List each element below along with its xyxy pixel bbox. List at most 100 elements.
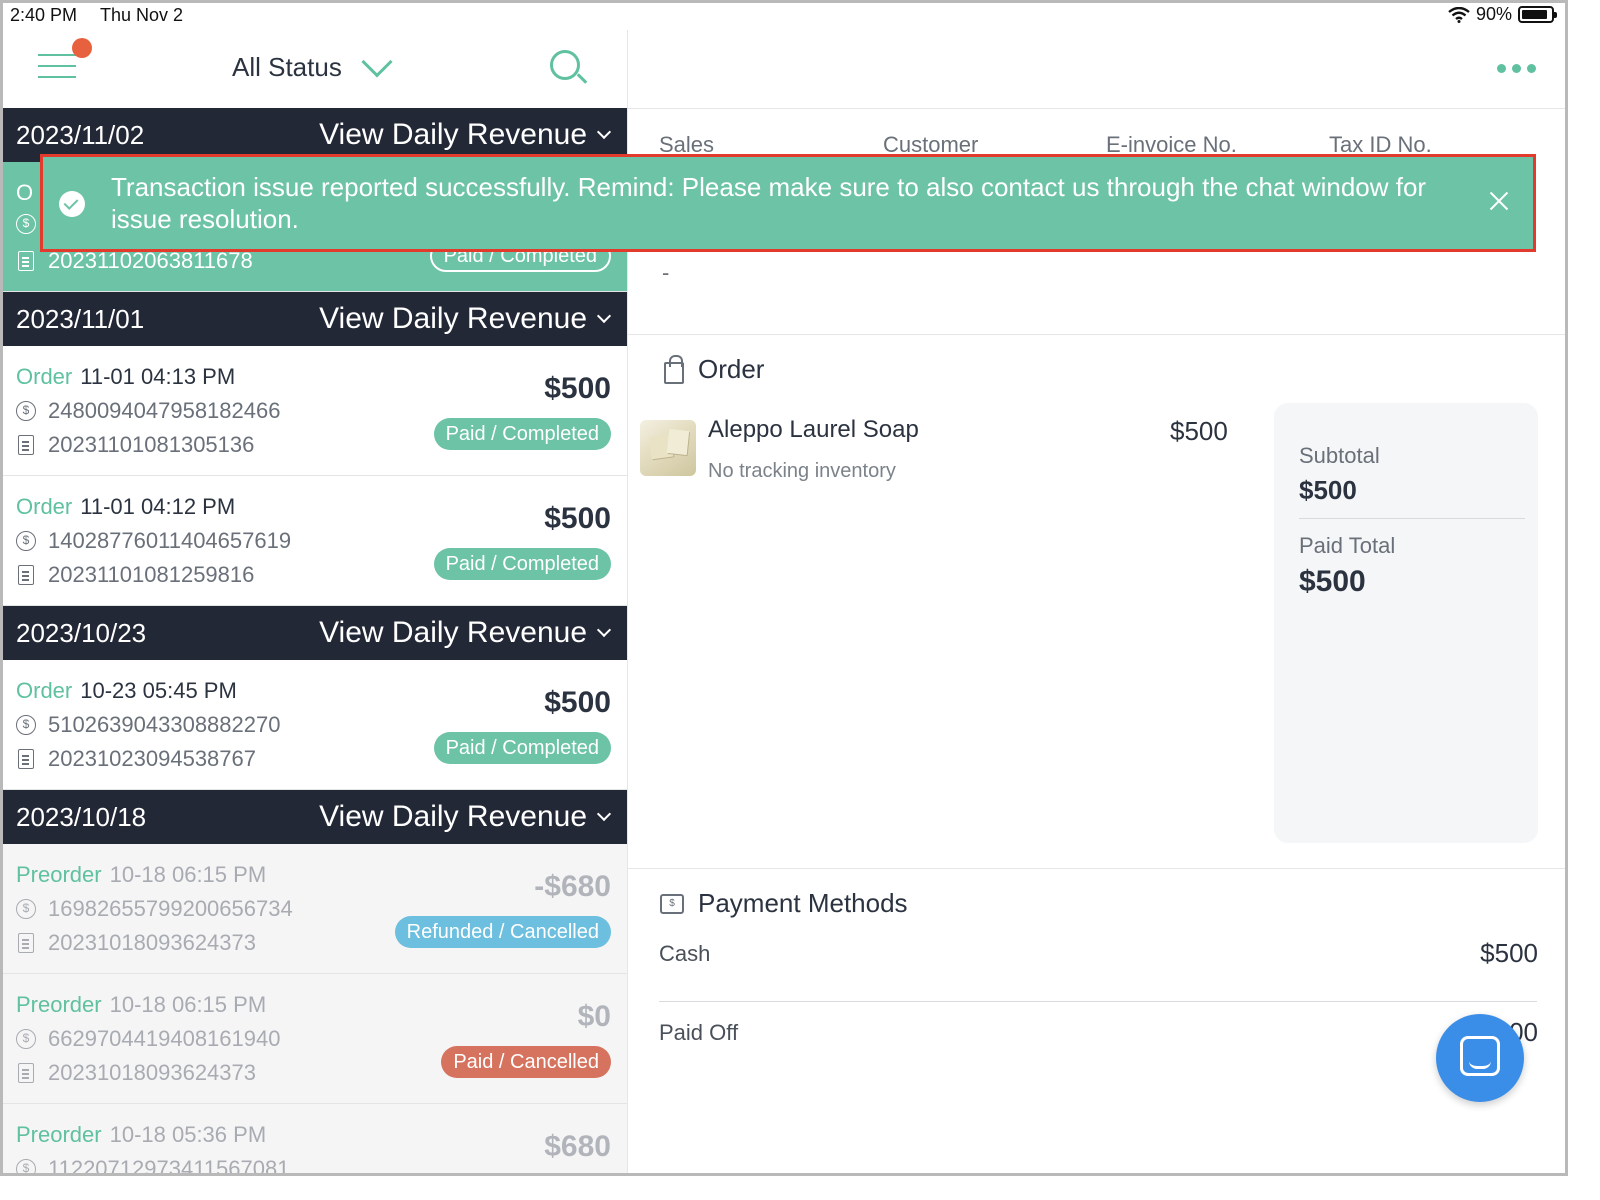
receipt-icon [18,435,34,455]
coin-icon: $ [16,715,36,735]
divider [628,868,1568,869]
status-badge: Refunded / Cancelled [394,916,611,948]
order-list-item[interactable]: Order 11-01 04:13 PM $2480094047958182466… [0,346,627,476]
receipt-number: 20231101081259816 [48,562,255,587]
payment-id: 6629704419408161940 [48,1026,281,1051]
status-indicators: 90% [1448,4,1557,25]
view-daily-revenue-button[interactable]: View Daily Revenue [319,616,612,650]
status-time: 2:40 PM [10,5,78,25]
chevron-down-icon [596,806,612,822]
order-time: 11-01 04:13 PM [80,364,236,389]
order-list-item[interactable]: Preorder 10-18 06:15 PM $6629704419408161… [0,974,627,1104]
status-filter-label: All Status [232,52,342,82]
more-options-icon[interactable] [1497,64,1536,73]
product-name: Aleppo Laurel Soap [708,416,919,443]
paid-total-label: Paid Total [1299,533,1396,558]
search-icon[interactable] [550,50,588,84]
list-toolbar: All Status [0,30,627,108]
order-section-label: Order [698,354,765,384]
receipt-icon [18,749,34,769]
coin-icon: $ [16,1029,36,1049]
coin-icon: $ [16,531,36,551]
chevron-down-icon [596,622,612,638]
date-header: 2023/10/23 View Daily Revenue [0,606,627,660]
view-daily-revenue-label: View Daily Revenue [319,800,587,833]
battery-percent: 90% [1475,4,1512,24]
close-icon[interactable] [1487,189,1511,213]
view-daily-revenue-button[interactable]: View Daily Revenue [319,302,612,336]
view-daily-revenue-label: View Daily Revenue [319,118,587,151]
chat-button[interactable] [1436,1014,1524,1102]
receipt-number: 20231018093624373 [48,930,257,955]
receipt-icon [18,1063,34,1083]
receipt-number: 20231023094538767 [48,746,257,771]
order-summary-card: Subtotal $500 Paid Total $500 [1274,403,1538,843]
order-amount: $500 [544,502,611,535]
payment-id: 11220712973411567081 [48,1156,290,1176]
order-list-item[interactable]: Order 11-01 04:12 PM $1402877601140465761… [0,476,627,606]
divider [628,334,1568,335]
payment-method-value: $500 [1480,938,1538,968]
divider [659,1001,1537,1002]
status-badge: Paid / Cancelled [441,1046,611,1078]
payment-id: 2480094047958182466 [48,398,281,423]
payment-methods-title: $ Payment Methods [660,888,908,919]
divider [628,108,1568,109]
order-amount: $500 [544,686,611,719]
payment-methods-label: Payment Methods [698,888,908,918]
chevron-down-icon [596,124,612,140]
order-list-item[interactable]: Order 10-23 05:45 PM $5102639043308882270… [0,660,627,790]
receipt-number: 20231101081305136 [48,432,255,457]
status-badge: Paid / Completed [433,732,611,764]
order-amount: $680 [544,1130,611,1163]
coin-icon: $ [16,899,36,919]
shopping-bag-icon [664,354,684,384]
wallet-icon: $ [660,893,684,914]
order-list-item[interactable]: Preorder 10-18 06:15 PM $1698265579920065… [0,844,627,974]
payment-id: 16982655799200656734 [48,896,293,921]
date-label: 2023/10/23 [16,617,147,648]
order-amount: -$680 [534,870,611,903]
receipt-icon [18,251,34,271]
order-kind: Order [16,678,73,703]
order-time: 11-01 04:12 PM [80,494,236,519]
chevron-down-icon [361,45,393,78]
subtotal-value: $500 [1299,475,1357,505]
order-time: 10-23 05:45 PM [80,678,237,703]
coin-icon: $ [16,214,36,234]
date-header: 2023/10/18 View Daily Revenue [0,790,627,844]
subtotal-label: Subtotal [1299,443,1380,468]
view-daily-revenue-button[interactable]: View Daily Revenue [319,118,612,152]
coin-icon: $ [16,401,36,421]
date-label: 2023/10/18 [16,801,147,832]
product-inventory-note: No tracking inventory [708,460,896,482]
order-kind: O [16,180,34,205]
payment-method-label: Cash [659,941,711,966]
battery-icon [1518,6,1557,23]
order-time: 10-18 06:15 PM [109,862,267,887]
status-date: Thu Nov 2 [100,5,184,25]
view-daily-revenue-button[interactable]: View Daily Revenue [319,800,612,834]
payment-id: 14028776011404657619 [48,528,292,553]
status-filter-dropdown[interactable]: All Status [232,45,393,83]
status-bar: 2:40 PM Thu Nov 2 90% [0,0,1568,30]
order-amount: $500 [544,372,611,405]
chat-icon [1460,1036,1500,1076]
view-daily-revenue-label: View Daily Revenue [319,302,587,335]
sales-value: - [662,260,670,285]
order-section-title: Order [664,354,764,385]
product-thumbnail [640,420,696,476]
product-price: $500 [1170,416,1228,446]
order-amount: $0 [577,1000,611,1033]
success-toast: Transaction issue reported successfully.… [40,154,1536,252]
order-list-item[interactable]: Preorder 10-18 05:36 PM $1122071297341156… [0,1104,627,1176]
menu-icon[interactable] [38,54,78,82]
notification-dot [72,38,92,58]
payment-id: 5102639043308882270 [48,712,281,737]
receipt-icon [18,933,34,953]
view-daily-revenue-label: View Daily Revenue [319,616,587,649]
paid-off-label: Paid Off [659,1020,739,1045]
date-label: 2023/11/02 [16,119,145,150]
order-time: 10-18 06:15 PM [109,992,267,1017]
date-label: 2023/11/01 [16,303,145,334]
